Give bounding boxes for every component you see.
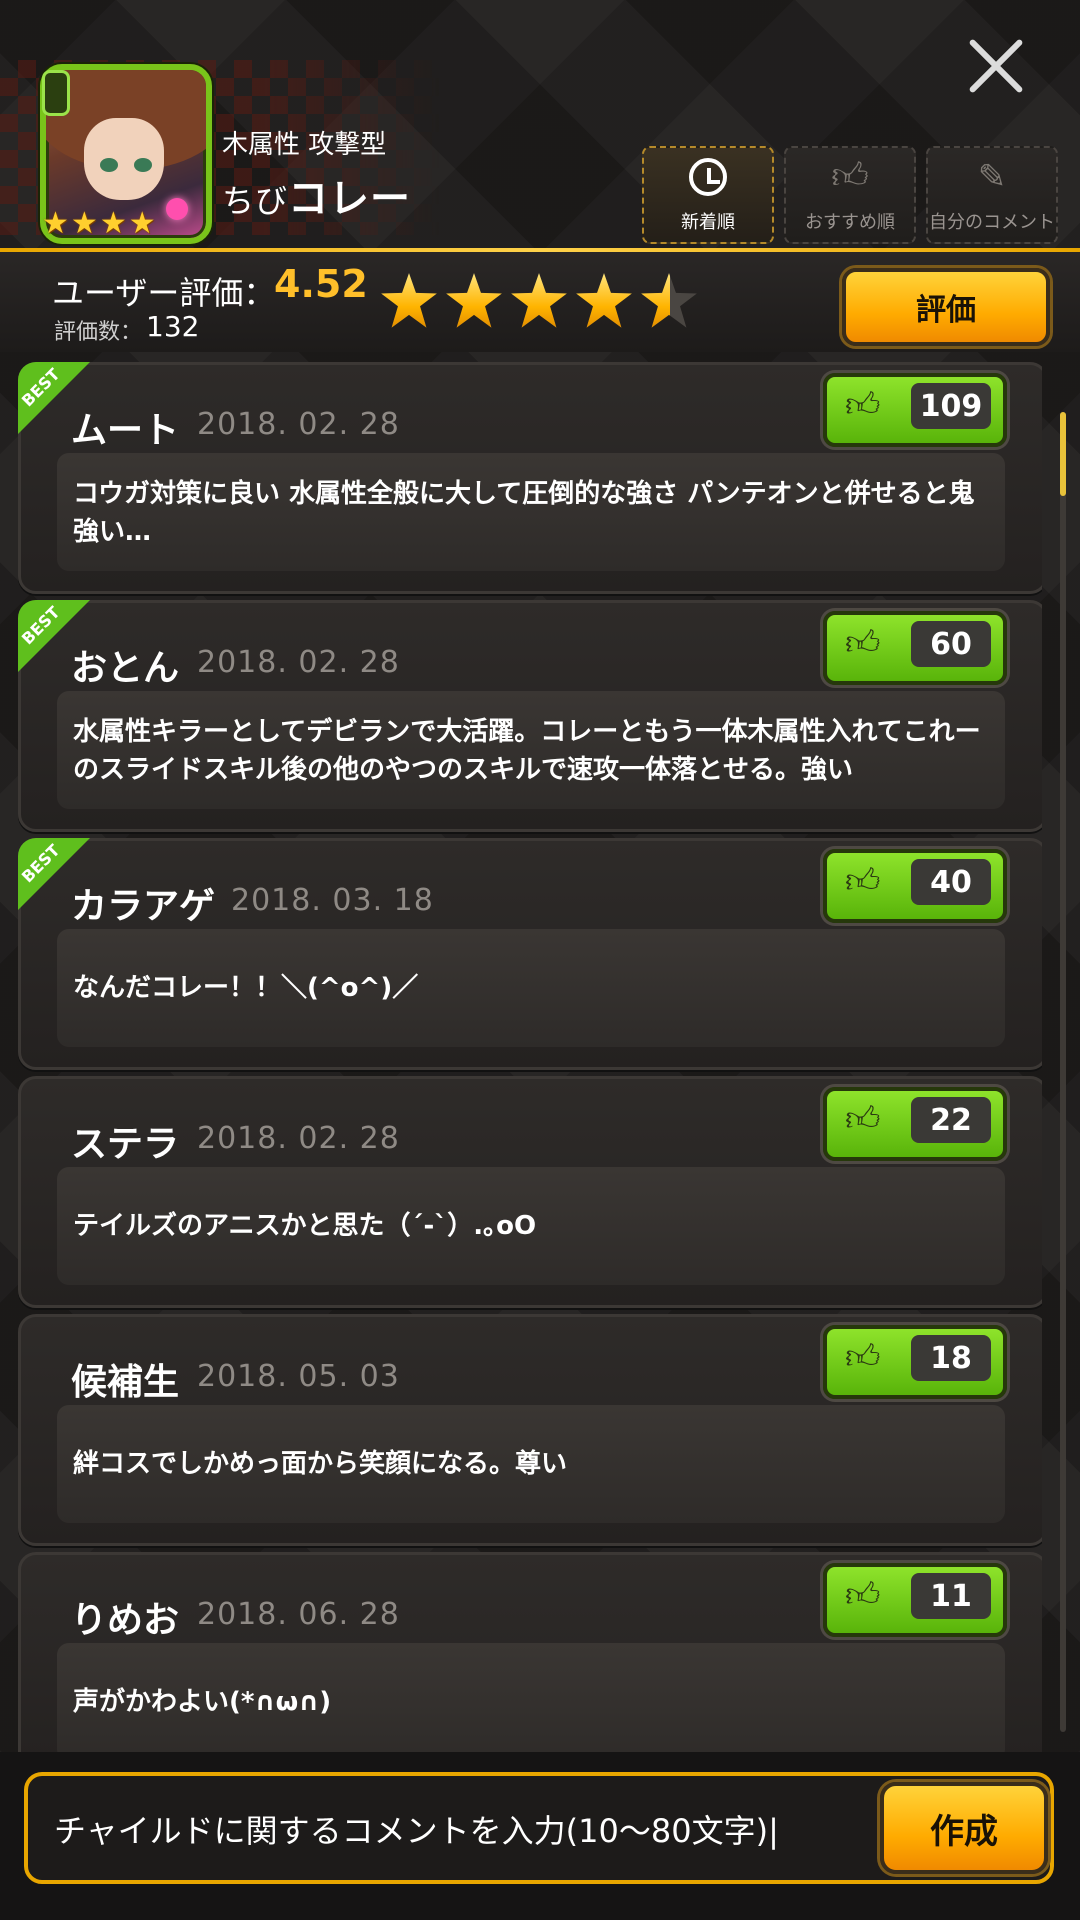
like-button[interactable]: 👍︎ 60 <box>823 611 1007 685</box>
comment-text: 水属性キラーとしてデビランで大活躍。コレーともう一体木属性入れてこれーのスライド… <box>57 691 1005 809</box>
comment-text: コウガ対策に良い 水属性全般に大して圧倒的な強さ パンテオンと併せると鬼強い… <box>57 453 1005 571</box>
thumbs-up-icon: 👍︎ <box>845 1099 881 1139</box>
rating-star-icon <box>445 272 503 330</box>
rating-star-icon <box>510 272 568 330</box>
comment-author: ムート <box>71 410 180 451</box>
character-name: ちびコレー <box>222 176 412 222</box>
rarity-star-icon: ★ <box>99 206 127 241</box>
like-count: 40 <box>911 859 991 905</box>
thumbs-up-icon: 👍︎ <box>845 1575 881 1615</box>
rating-stars <box>380 272 697 334</box>
thumbs-up-icon: 👍︎ <box>845 385 881 425</box>
create-button[interactable]: 作成 <box>880 1782 1048 1874</box>
tab-newest[interactable]: 新着順 <box>642 146 774 244</box>
close-icon[interactable] <box>966 36 1026 96</box>
rarity-star-icon: ★ <box>128 206 156 241</box>
comment-card: BEST ムート 2018. 02. 28 👍︎ 109 コウガ対策に良い 水属性全般に大… <box>18 362 1042 594</box>
tab-recommended[interactable]: 👍︎ おすすめ順 <box>784 146 916 244</box>
like-count: 60 <box>911 621 991 667</box>
comment-date: 2018. 02. 28 <box>197 645 400 680</box>
comment-date: 2018. 02. 28 <box>197 407 400 442</box>
rating-count: 132 <box>146 310 200 343</box>
comment-card: BEST おとん 2018. 02. 28 👍︎ 60 水属性キラーとしてデビランで大活躍… <box>18 600 1042 832</box>
comment-author: りめお <box>71 1600 180 1641</box>
rating-value: 4.52 <box>274 262 368 306</box>
like-button[interactable]: 👍︎ 11 <box>823 1563 1007 1637</box>
rating-star-icon <box>380 272 438 330</box>
wood-attribute-icon <box>42 70 70 116</box>
comment-card: ステラ 2018. 02. 28 👍︎ 22 テイルズのアニスかと思た（´-`）.｡oO <box>18 1076 1042 1308</box>
character-attribute: 木属性 攻撃型 <box>222 130 387 160</box>
comment-date: 2018. 02. 28 <box>197 1121 400 1156</box>
comment-card: BEST カラアゲ 2018. 03. 18 👍︎ 40 なんだコレー！！＼(^o^)／ <box>18 838 1042 1070</box>
like-button[interactable]: 👍︎ 22 <box>823 1087 1007 1161</box>
comment-text: テイルズのアニスかと思た（´-`）.｡oO <box>57 1167 1005 1285</box>
rate-button[interactable]: 評価 <box>842 268 1050 346</box>
comment-author: おとん <box>71 648 180 689</box>
like-count: 11 <box>911 1573 991 1619</box>
like-count: 22 <box>911 1097 991 1143</box>
like-count: 109 <box>911 383 991 429</box>
sort-tabs: 新着順 👍︎ おすすめ順 ✎ 自分のコメント <box>642 146 1058 244</box>
header: ★ ★ ★ ★ 木属性 攻撃型 ちびコレー 新着順 👍︎ おすすめ順 ✎ 自分のコメン… <box>0 0 1080 250</box>
rating-star-icon <box>640 272 698 330</box>
rarity-star-icon: ★ <box>42 206 69 241</box>
comment-author: カラアゲ <box>71 886 216 927</box>
user-edit-icon: ✎ <box>977 157 1007 197</box>
thumbs-up-icon: 👍︎ <box>845 861 881 901</box>
comment-list[interactable]: BEST ムート 2018. 02. 28 👍︎ 109 コウガ対策に良い 水属性全般に大… <box>18 362 1042 1756</box>
comment-text: なんだコレー！！＼(^o^)／ <box>57 929 1005 1047</box>
like-button[interactable]: 👍︎ 40 <box>823 849 1007 923</box>
tab-my-comments[interactable]: ✎ 自分のコメント <box>926 146 1058 244</box>
comment-author: 候補生 <box>71 1362 180 1403</box>
comment-input-placeholder: チャイルドに関するコメントを入力(10〜80文字)| <box>54 1812 779 1850</box>
comment-date: 2018. 06. 28 <box>197 1597 400 1632</box>
thumbs-up-icon: 👍︎ <box>831 156 869 197</box>
thumbs-up-icon: 👍︎ <box>845 623 881 663</box>
comment-card: りめお 2018. 06. 28 👍︎ 11 声がかわよい(*∩ω∩) <box>18 1552 1042 1756</box>
thumbs-up-icon: 👍︎ <box>845 1337 881 1377</box>
rarity-stars: ★ ★ ★ ★ <box>42 206 156 241</box>
like-button[interactable]: 👍︎ 18 <box>823 1325 1007 1399</box>
rating-star-icon <box>575 272 633 330</box>
comment-date: 2018. 03. 18 <box>231 883 434 918</box>
comment-card: 候補生 2018. 05. 03 👍︎ 18 絆コスでしかめっ面から笑顔になる。尊い <box>18 1314 1042 1546</box>
comment-author: ステラ <box>71 1124 180 1165</box>
rating-label: ユーザー評価： <box>52 274 276 312</box>
comment-date: 2018. 05. 03 <box>197 1359 400 1394</box>
like-button[interactable]: 👍︎ 109 <box>823 373 1007 447</box>
like-count: 18 <box>911 1335 991 1381</box>
clock-icon <box>689 158 727 196</box>
rarity-star-icon: ★ <box>70 206 98 241</box>
rating-count-label: 評価数： <box>54 320 143 345</box>
scrollbar-thumb[interactable] <box>1060 412 1066 496</box>
comment-text: 絆コスでしかめっ面から笑顔になる。尊い <box>57 1405 1005 1523</box>
scrollbar-track[interactable] <box>1060 412 1066 1732</box>
comment-text: 声がかわよい(*∩ω∩) <box>57 1643 1005 1756</box>
